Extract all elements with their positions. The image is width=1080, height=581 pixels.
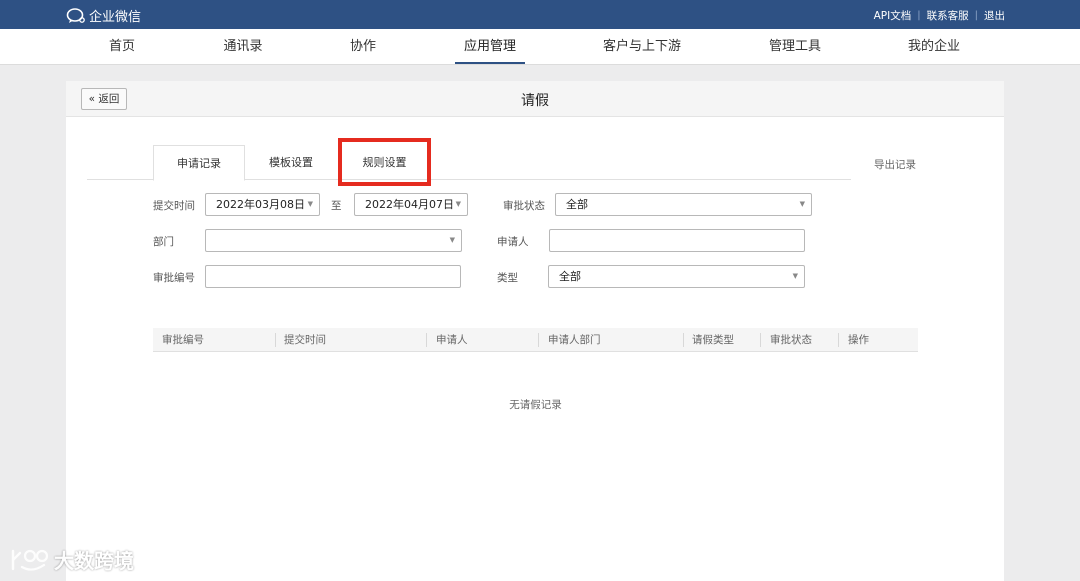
export-records-link[interactable]: 导出记录 [874,157,916,172]
logout-link[interactable]: 退出 [984,8,1005,23]
column-divider [275,333,276,347]
tab-application-records[interactable]: 申请记录 [153,145,245,181]
column-header: 请假类型 [692,334,734,346]
page-title: 请假 [521,93,549,109]
start-date-select[interactable]: 2022年03月08日 ▼ [205,193,320,216]
department-select[interactable]: ▼ [205,229,462,252]
chevron-down-icon: ▼ [792,272,798,280]
watermark: 大数跨境 [8,545,134,574]
panel-header: « 返回 请假 [66,81,1004,117]
status-value: 全部 [566,198,588,211]
column-header: 审批状态 [770,334,812,346]
column-header: 申请人部门 [548,334,601,346]
to-label: 至 [331,200,342,212]
records-table-header: 审批编号 提交时间 申请人 申请人部门 请假类型 审批状态 操作 [153,328,918,352]
chevron-down-icon: ▼ [307,200,313,208]
empty-state-message: 无请假记录 [509,399,562,411]
chevron-down-icon: ▼ [799,200,805,208]
logo-text: 企业微信 [89,10,142,25]
status-label: 审批状态 [503,200,545,212]
nav-item-management-tools[interactable]: 管理工具 [769,29,821,64]
applicant-label: 申请人 [497,236,529,248]
column-header: 提交时间 [284,334,326,346]
contact-support-link[interactable]: 联系客服 [927,8,969,23]
nav-item-contacts[interactable]: 通讯录 [223,29,262,64]
applicant-input[interactable] [549,229,805,252]
type-value: 全部 [559,270,581,283]
top-bar: 企业微信 API文档 | 联系客服 | 退出 [0,0,1080,29]
divider: | [974,10,978,21]
column-header: 审批编号 [162,334,204,346]
column-divider [426,333,427,347]
tab-template-settings[interactable]: 模板设置 [245,145,337,180]
watermark-text: 大数跨境 [54,549,134,573]
watermark-logo-icon [11,549,49,571]
main-nav: 首页 通讯录 协作 应用管理 客户与上下游 管理工具 我的企业 [0,29,1080,65]
column-header: 申请人 [436,334,468,346]
wecom-logo-icon [66,7,85,23]
top-links: API文档 | 联系客服 | 退出 [874,8,1005,23]
end-date-value: 2022年04月07日 [365,198,454,211]
divider: | [917,10,921,21]
type-select[interactable]: 全部 ▼ [548,265,805,288]
api-docs-link[interactable]: API文档 [874,8,912,23]
status-select[interactable]: 全部 ▼ [555,193,812,216]
column-divider [538,333,539,347]
column-header: 操作 [848,334,869,346]
nav-item-home[interactable]: 首页 [109,29,135,64]
column-divider [683,333,684,347]
start-date-value: 2022年03月08日 [216,198,305,211]
approval-number-label: 审批编号 [153,272,195,284]
approval-number-input[interactable] [205,265,461,288]
column-divider [838,333,839,347]
department-label: 部门 [153,236,174,248]
logo[interactable]: 企业微信 [66,6,141,25]
highlight-annotation [338,138,431,186]
nav-item-my-company[interactable]: 我的企业 [908,29,960,64]
end-date-select[interactable]: 2022年04月07日 ▼ [354,193,468,216]
chevron-down-icon: ▼ [449,236,455,244]
type-label: 类型 [497,272,518,284]
chevron-down-icon: ▼ [455,200,461,208]
nav-item-collaboration[interactable]: 协作 [350,29,376,64]
nav-item-customers[interactable]: 客户与上下游 [603,29,681,64]
submit-time-label: 提交时间 [153,200,195,212]
column-divider [760,333,761,347]
nav-item-app-management[interactable]: 应用管理 [454,29,526,64]
